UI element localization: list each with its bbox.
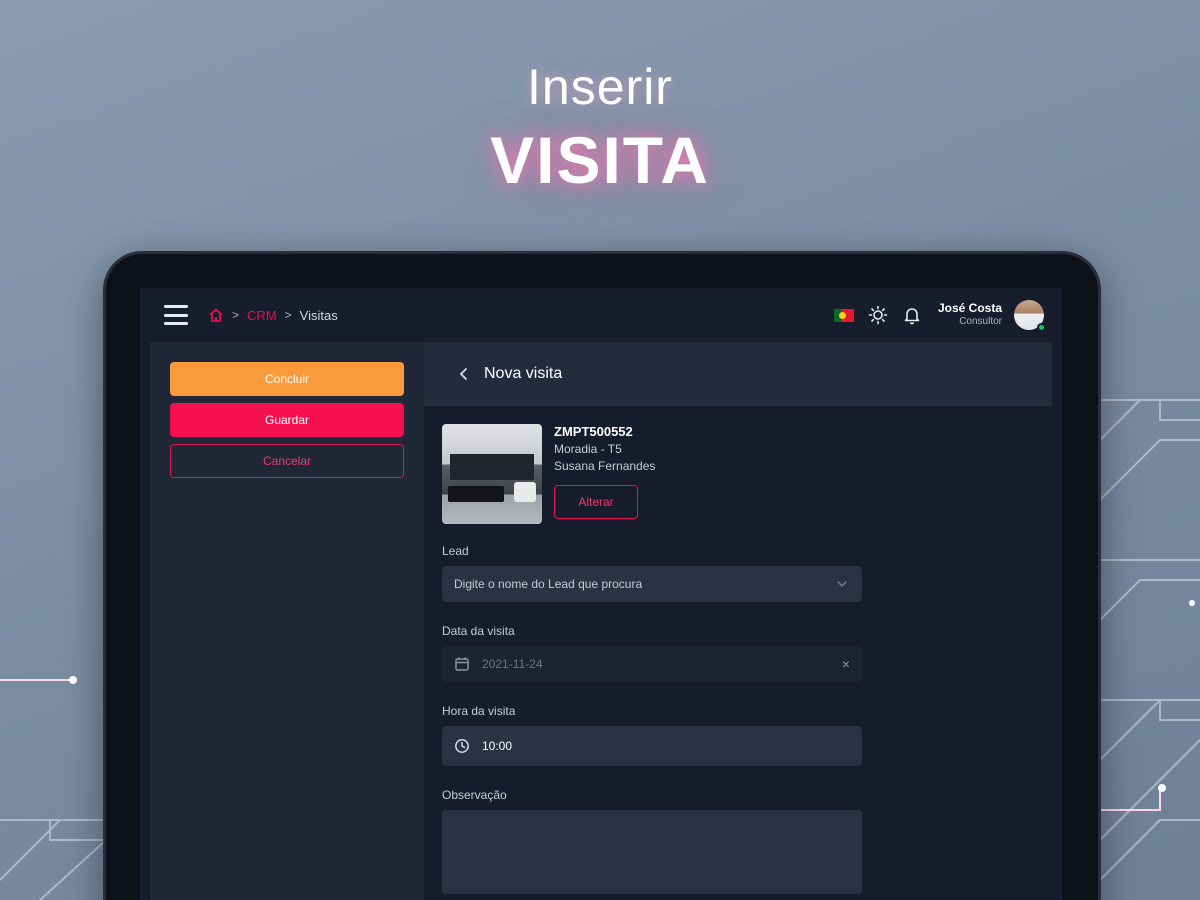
lead-label: Lead — [442, 544, 469, 558]
top-bar-actions: José Costa Consultor — [833, 300, 1046, 332]
lead-placeholder: Digite o nome do Lead que procura — [454, 577, 643, 591]
property-card: ZMPT500552 Moradia - T5 Susana Fernandes… — [442, 424, 1034, 524]
top-bar: > CRM > Visitas José Costa Consultor — [140, 288, 1062, 342]
form-header: Nova visita — [424, 342, 1052, 406]
property-reference: ZMPT500552 — [554, 424, 633, 439]
clock-icon — [455, 739, 469, 753]
breadcrumb: > CRM > Visitas — [208, 307, 338, 323]
chevron-down-icon — [837, 581, 847, 588]
tablet-frame: > CRM > Visitas José Costa Consultor Con… — [106, 254, 1098, 900]
page-title: Nova visita — [484, 365, 563, 382]
avatar[interactable] — [1014, 300, 1046, 332]
headline-line2: VISITA — [490, 123, 710, 197]
date-label: Data da visita — [442, 624, 515, 638]
user-info[interactable]: José Costa Consultor — [937, 301, 1002, 328]
property-photo — [442, 424, 542, 524]
online-status-icon — [1037, 323, 1046, 332]
actions-panel: Concluir Guardar Cancelar — [150, 342, 424, 900]
time-field[interactable]: 10:00 — [442, 726, 862, 766]
property-owner: Susana Fernandes — [554, 459, 656, 473]
breadcrumb-separator: > — [284, 308, 292, 322]
menu-icon[interactable] — [164, 305, 188, 325]
notes-textarea[interactable] — [442, 810, 862, 894]
visit-form-panel: Nova visita ZMPT500552 Moradia - T5 Susa… — [424, 342, 1052, 900]
date-field[interactable]: 2021-11-24 × — [442, 646, 862, 682]
visit-form: ZMPT500552 Moradia - T5 Susana Fernandes… — [424, 406, 1052, 894]
theme-sun-icon[interactable] — [868, 305, 888, 325]
promo-headline: Inserir VISITA — [0, 58, 1200, 198]
user-name: José Costa — [937, 301, 1002, 316]
time-value: 10:00 — [482, 739, 513, 753]
portugal-flag-icon[interactable] — [833, 308, 854, 322]
breadcrumb-crm-link[interactable]: CRM — [247, 308, 277, 323]
user-role: Consultor — [959, 316, 1002, 328]
notes-label: Observação — [442, 788, 507, 802]
concluir-button[interactable]: Concluir — [170, 362, 404, 396]
breadcrumb-separator: > — [232, 308, 240, 322]
cancelar-button[interactable]: Cancelar — [170, 444, 404, 478]
app-screen: > CRM > Visitas José Costa Consultor Con… — [140, 288, 1062, 900]
back-arrow-icon[interactable] — [454, 364, 474, 384]
property-type: Moradia - T5 — [554, 442, 622, 456]
lead-select[interactable]: Digite o nome do Lead que procura — [442, 566, 862, 602]
calendar-icon — [455, 657, 469, 671]
guardar-button[interactable]: Guardar — [170, 403, 404, 437]
alterar-button[interactable]: Alterar — [554, 485, 638, 519]
clear-date-icon[interactable]: × — [842, 656, 850, 672]
property-info: ZMPT500552 Moradia - T5 Susana Fernandes… — [554, 424, 655, 524]
breadcrumb-current: Visitas — [299, 307, 338, 323]
time-label: Hora da visita — [442, 704, 516, 718]
notification-bell-icon[interactable] — [902, 305, 922, 325]
home-icon[interactable] — [208, 307, 224, 323]
date-value: 2021-11-24 — [482, 657, 543, 671]
headline-line1: Inserir — [527, 59, 673, 115]
